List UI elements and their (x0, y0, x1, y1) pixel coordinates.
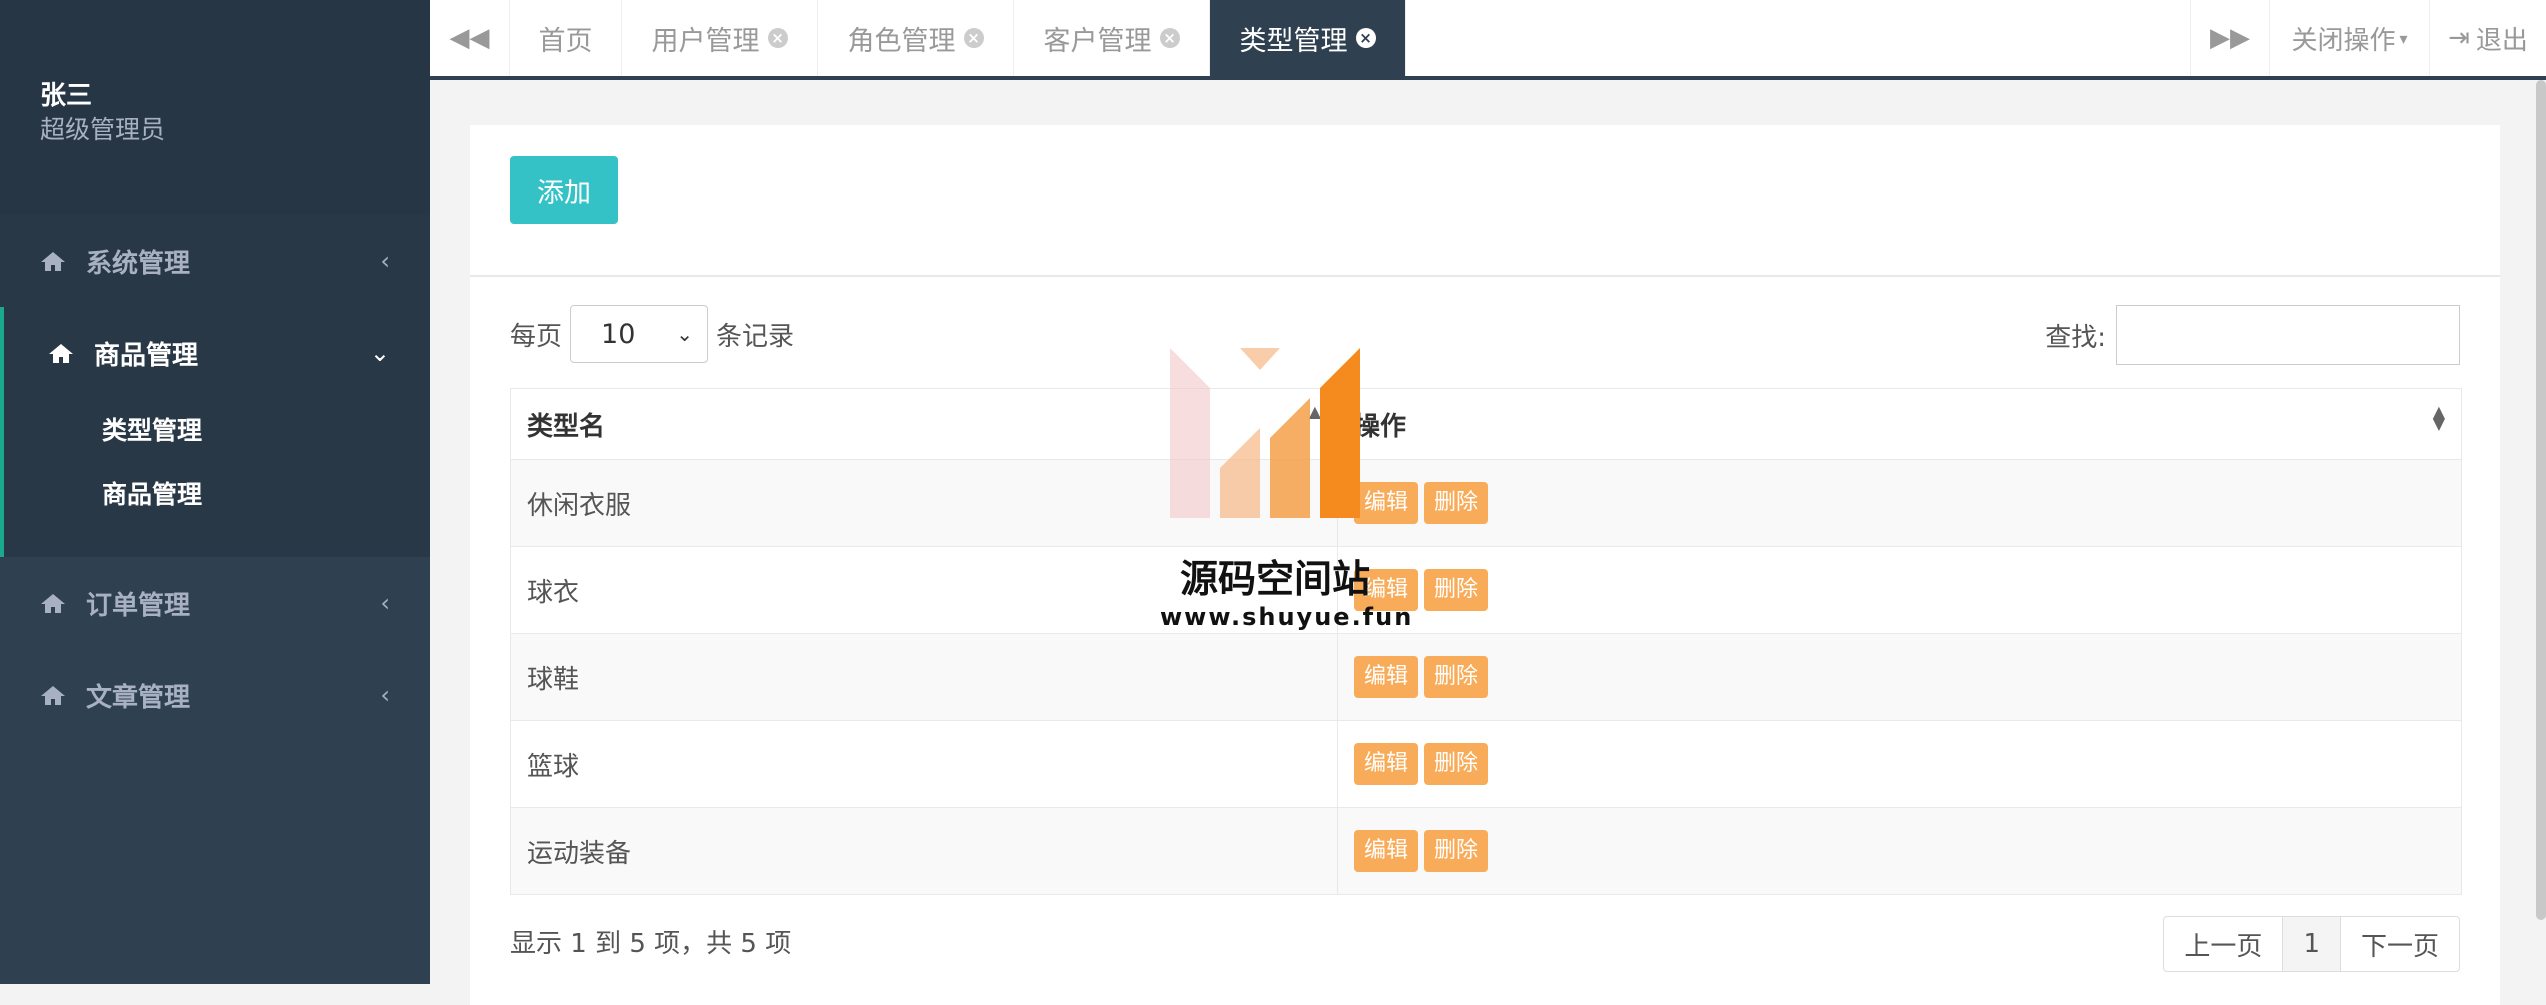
edit-button[interactable]: 编辑 (1354, 656, 1419, 698)
backward-icon: ◀◀ (449, 23, 490, 53)
watermark-title: 源码空间站 (1179, 557, 1370, 601)
page-length-select[interactable]: 10 ⌄ (570, 305, 709, 363)
home-icon (40, 592, 66, 614)
logout-icon: ⇥ (2448, 23, 2470, 53)
chevron-left-icon: ‹ (380, 681, 390, 709)
sidebar-item-system[interactable]: 系统管理 ‹ (0, 215, 430, 307)
delete-button[interactable]: 删除 (1424, 656, 1489, 698)
sidebar-group-goods: 商品管理 ⌄ 类型管理 商品管理 (0, 307, 430, 557)
forward-icon: ▶▶ (2210, 23, 2250, 53)
close-ops-dropdown[interactable]: 关闭操作 ▾ (2270, 0, 2430, 76)
home-icon (40, 684, 66, 706)
content-panel: 添加 每页 10 ⌄ 条记录 查找: 类型名 ▲ 操作 ▲ ▼ 休闲衣服 编辑 … (470, 125, 2500, 1005)
home-icon (40, 250, 66, 272)
sidebar-item-orders[interactable]: 订单管理 ‹ (0, 557, 430, 649)
type-table: 类型名 ▲ 操作 ▲ ▼ 休闲衣服 编辑 删除 球衣 编辑 删除 球鞋 编辑 删除 (510, 388, 2462, 895)
scrollbar[interactable] (2536, 80, 2546, 920)
sidebar-item-goods[interactable]: 商品管理 ⌄ (4, 307, 430, 399)
delete-button[interactable]: 删除 (1424, 830, 1489, 872)
edit-button[interactable]: 编辑 (1354, 830, 1419, 872)
user-name[interactable]: 张三 (40, 80, 430, 112)
add-button[interactable]: 添加 (510, 156, 618, 224)
chevron-down-icon: ⌄ (369, 339, 390, 367)
close-tab-icon[interactable]: × (1159, 28, 1180, 48)
delete-button[interactable]: 删除 (1424, 482, 1489, 524)
tab-home[interactable]: 首页 (510, 0, 622, 76)
table-row: 球鞋 编辑 删除 (510, 633, 2462, 721)
chevron-down-icon: ⌄ (676, 322, 694, 346)
chevron-left-icon: ‹ (380, 247, 390, 275)
chevron-left-icon: ‹ (380, 589, 390, 617)
sidebar-subitem-type[interactable]: 类型管理 (4, 399, 430, 463)
panel-toolbar: 添加 (470, 125, 2500, 277)
sidebar: 张三 超级管理员 系统管理 ‹ 商品管理 ⌄ 类型管理 商品管理 订单管理 ‹ … (0, 0, 430, 984)
edit-button[interactable]: 编辑 (1354, 743, 1419, 785)
logout-button[interactable]: ⇥ 退出 (2430, 0, 2546, 76)
search-input[interactable] (2116, 305, 2460, 365)
page-length-control: 每页 10 ⌄ 条记录 (510, 305, 794, 363)
tab-types[interactable]: 类型管理 × (1210, 0, 1406, 76)
close-tab-icon[interactable]: × (963, 28, 984, 48)
close-tab-icon[interactable]: × (1355, 28, 1376, 48)
tab-bar: ◀◀ 首页 用户管理 × 角色管理 × 客户管理 × 类型管理 × ▶▶ 关闭操作 ▾ ⇥… (430, 0, 2546, 80)
close-tab-icon[interactable]: × (767, 28, 788, 48)
sidebar-item-articles[interactable]: 文章管理 ‹ (0, 649, 430, 741)
delete-button[interactable]: 删除 (1424, 569, 1489, 611)
tab-users[interactable]: 用户管理 × (622, 0, 818, 76)
user-role: 超级管理员 (40, 115, 166, 144)
delete-button[interactable]: 删除 (1424, 743, 1489, 785)
table-row: 运动装备 编辑 删除 (510, 807, 2462, 895)
scroll-left-button[interactable]: ◀◀ (430, 0, 510, 76)
caret-down-icon: ▾ (2399, 28, 2408, 48)
table-info: 显示 1 到 5 项，共 5 项 (510, 929, 792, 959)
search-control: 查找: (2045, 305, 2460, 365)
sidebar-subitem-goods[interactable]: 商品管理 (4, 463, 430, 527)
page-1-button[interactable]: 1 (2283, 917, 2341, 971)
table-row: 休闲衣服 编辑 删除 (510, 459, 2462, 547)
table-row: 篮球 编辑 删除 (510, 720, 2462, 808)
sort-icon: ▲ ▼ (2432, 401, 2445, 433)
watermark-url: www.shuyue.fun (1160, 603, 1414, 631)
tab-customers[interactable]: 客户管理 × (1014, 0, 1210, 76)
next-page-button[interactable]: 下一页 (2341, 917, 2459, 971)
home-icon (48, 342, 74, 364)
prev-page-button[interactable]: 上一页 (2164, 917, 2284, 971)
scroll-right-button[interactable]: ▶▶ (2190, 0, 2270, 76)
pagination: 上一页 1 下一页 (2163, 916, 2460, 972)
column-header-actions[interactable]: 操作 ▲ ▼ (1337, 388, 2462, 460)
table-row: 球衣 编辑 删除 (510, 546, 2462, 634)
user-profile: 张三 超级管理员 (0, 0, 430, 215)
tab-roles[interactable]: 角色管理 × (818, 0, 1014, 76)
